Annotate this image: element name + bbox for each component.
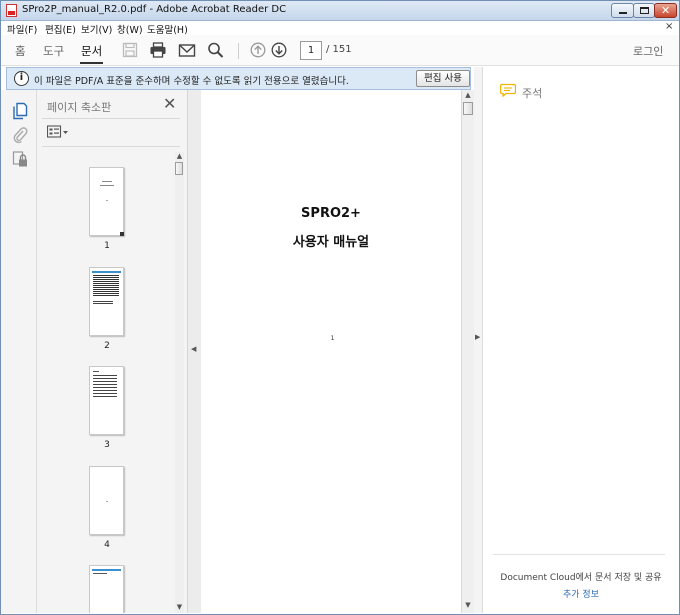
page-thumbnail[interactable] bbox=[89, 267, 124, 336]
menu-edit[interactable]: 편집(E) bbox=[45, 22, 76, 36]
document-scrollbar[interactable]: ▲ ▼ bbox=[461, 90, 474, 613]
pdf-file-icon bbox=[6, 4, 17, 17]
scroll-down-arrow-icon[interactable]: ▼ bbox=[175, 603, 184, 611]
collapse-right-panel-strip[interactable]: ▶ bbox=[474, 67, 483, 613]
thumbnail-page-number: 3 bbox=[104, 440, 110, 450]
tab-document[interactable]: 문서 bbox=[81, 43, 102, 59]
collapse-left-panel-strip[interactable]: ◀ bbox=[187, 90, 201, 613]
acrobat-window: SPro2P_manual_R2.0.pdf - Adobe Acrobat R… bbox=[0, 0, 680, 615]
comment-tool[interactable]: 주석 bbox=[500, 83, 620, 101]
scrollbar-thumb[interactable] bbox=[175, 162, 183, 175]
attachments-icon[interactable] bbox=[12, 126, 28, 144]
divider bbox=[42, 118, 180, 119]
maximize-button[interactable] bbox=[633, 3, 655, 18]
menu-bar: 파일(F) 편집(E) 보기(V) 창(W) 도움말(H) × bbox=[1, 21, 679, 36]
page-total: / 151 bbox=[326, 44, 352, 55]
page-thumbnail[interactable] bbox=[89, 366, 124, 435]
maximize-icon bbox=[640, 7, 649, 14]
close-panel-button[interactable]: ✕ bbox=[163, 94, 176, 113]
active-tab-indicator bbox=[80, 62, 103, 64]
thumbnail-options-icon[interactable] bbox=[47, 125, 71, 139]
page-thumbnail[interactable] bbox=[89, 167, 124, 236]
document-title: SPRO2+ bbox=[301, 206, 361, 221]
toolbar: 홈 도구 문서 1 / 151 로그인 bbox=[1, 35, 679, 66]
window-title: SPro2P_manual_R2.0.pdf - Adobe Acrobat R… bbox=[22, 4, 287, 15]
page-thumbnail[interactable] bbox=[89, 466, 124, 535]
scrollbar-thumb[interactable] bbox=[463, 102, 473, 115]
menu-file[interactable]: 파일(F) bbox=[7, 22, 37, 36]
page-thumbnails-icon[interactable] bbox=[12, 102, 28, 120]
infobar-message: 이 파일은 PDF/A 표준을 준수하며 수정할 수 없도록 읽기 전용으로 열… bbox=[34, 76, 349, 87]
title-bar: SPro2P_manual_R2.0.pdf - Adobe Acrobat R… bbox=[1, 1, 679, 21]
menu-view[interactable]: 보기(V) bbox=[81, 22, 112, 36]
left-navigation-rail bbox=[1, 90, 37, 613]
page-thumbnail[interactable] bbox=[89, 565, 124, 613]
prev-page-icon[interactable] bbox=[249, 42, 267, 58]
menu-help[interactable]: 도움말(H) bbox=[147, 22, 188, 36]
comment-tool-label: 주석 bbox=[522, 87, 543, 100]
scroll-up-arrow-icon[interactable]: ▲ bbox=[175, 152, 184, 160]
security-lock-icon[interactable] bbox=[12, 150, 28, 168]
toolbar-separator bbox=[238, 43, 239, 59]
minimize-button[interactable] bbox=[611, 3, 634, 18]
chevron-right-icon: ▶ bbox=[475, 333, 481, 341]
scroll-down-arrow-icon[interactable]: ▼ bbox=[462, 601, 474, 609]
divider bbox=[493, 554, 665, 555]
info-icon: i bbox=[14, 71, 29, 86]
search-icon[interactable] bbox=[207, 42, 225, 58]
close-window-button[interactable]: ✕ bbox=[654, 3, 677, 18]
tools-pane: 주석 Document Cloud에서 문서 저장 및 공유 추가 정보 bbox=[483, 67, 679, 613]
chevron-left-icon: ◀ bbox=[191, 345, 197, 353]
save-icon[interactable] bbox=[121, 42, 139, 58]
thumbnails-panel-title: 페이지 축소판 bbox=[47, 101, 112, 114]
thumbnail-page-number: 4 bbox=[104, 540, 110, 550]
thumbnail-page-number: 1 bbox=[104, 241, 110, 251]
tab-home[interactable]: 홈 bbox=[15, 43, 26, 59]
thumbnail-list: 1 2 3 4 bbox=[37, 152, 175, 613]
document-subtitle: 사용자 매뉴얼 bbox=[292, 235, 370, 250]
close-icon: ✕ bbox=[661, 4, 671, 17]
enable-editing-button[interactable]: 편집 사용 bbox=[416, 70, 470, 87]
page-number-input[interactable]: 1 bbox=[300, 41, 322, 60]
document-page: SPRO2+ 사용자 매뉴얼 1 bbox=[201, 90, 461, 613]
menu-window[interactable]: 창(W) bbox=[117, 22, 143, 36]
thumbnail-scrollbar[interactable]: ▲ ▼ bbox=[175, 152, 184, 613]
divider bbox=[42, 146, 180, 147]
document-cloud-text: Document Cloud에서 문서 저장 및 공유 bbox=[500, 573, 662, 583]
tab-tools[interactable]: 도구 bbox=[43, 43, 64, 59]
thumbnail-page-number: 2 bbox=[104, 341, 110, 351]
minimize-icon bbox=[619, 12, 627, 14]
next-page-icon[interactable] bbox=[270, 42, 288, 58]
login-button[interactable]: 로그인 bbox=[633, 43, 663, 59]
learn-more-link[interactable]: 추가 정보 bbox=[483, 587, 679, 600]
print-icon[interactable] bbox=[149, 42, 167, 58]
read-only-infobar: i 이 파일은 PDF/A 표준을 준수하며 수정할 수 없도록 읽기 전용으로… bbox=[6, 67, 471, 90]
document-page-number: 1 bbox=[330, 335, 335, 342]
scroll-up-arrow-icon[interactable]: ▲ bbox=[462, 91, 474, 99]
close-document-button[interactable]: × bbox=[665, 21, 673, 32]
page-thumbnails-panel: 페이지 축소판 ✕ 1 2 3 4 ▲ ▼ bbox=[37, 90, 187, 613]
email-icon[interactable] bbox=[178, 42, 196, 58]
comment-icon bbox=[500, 83, 516, 97]
